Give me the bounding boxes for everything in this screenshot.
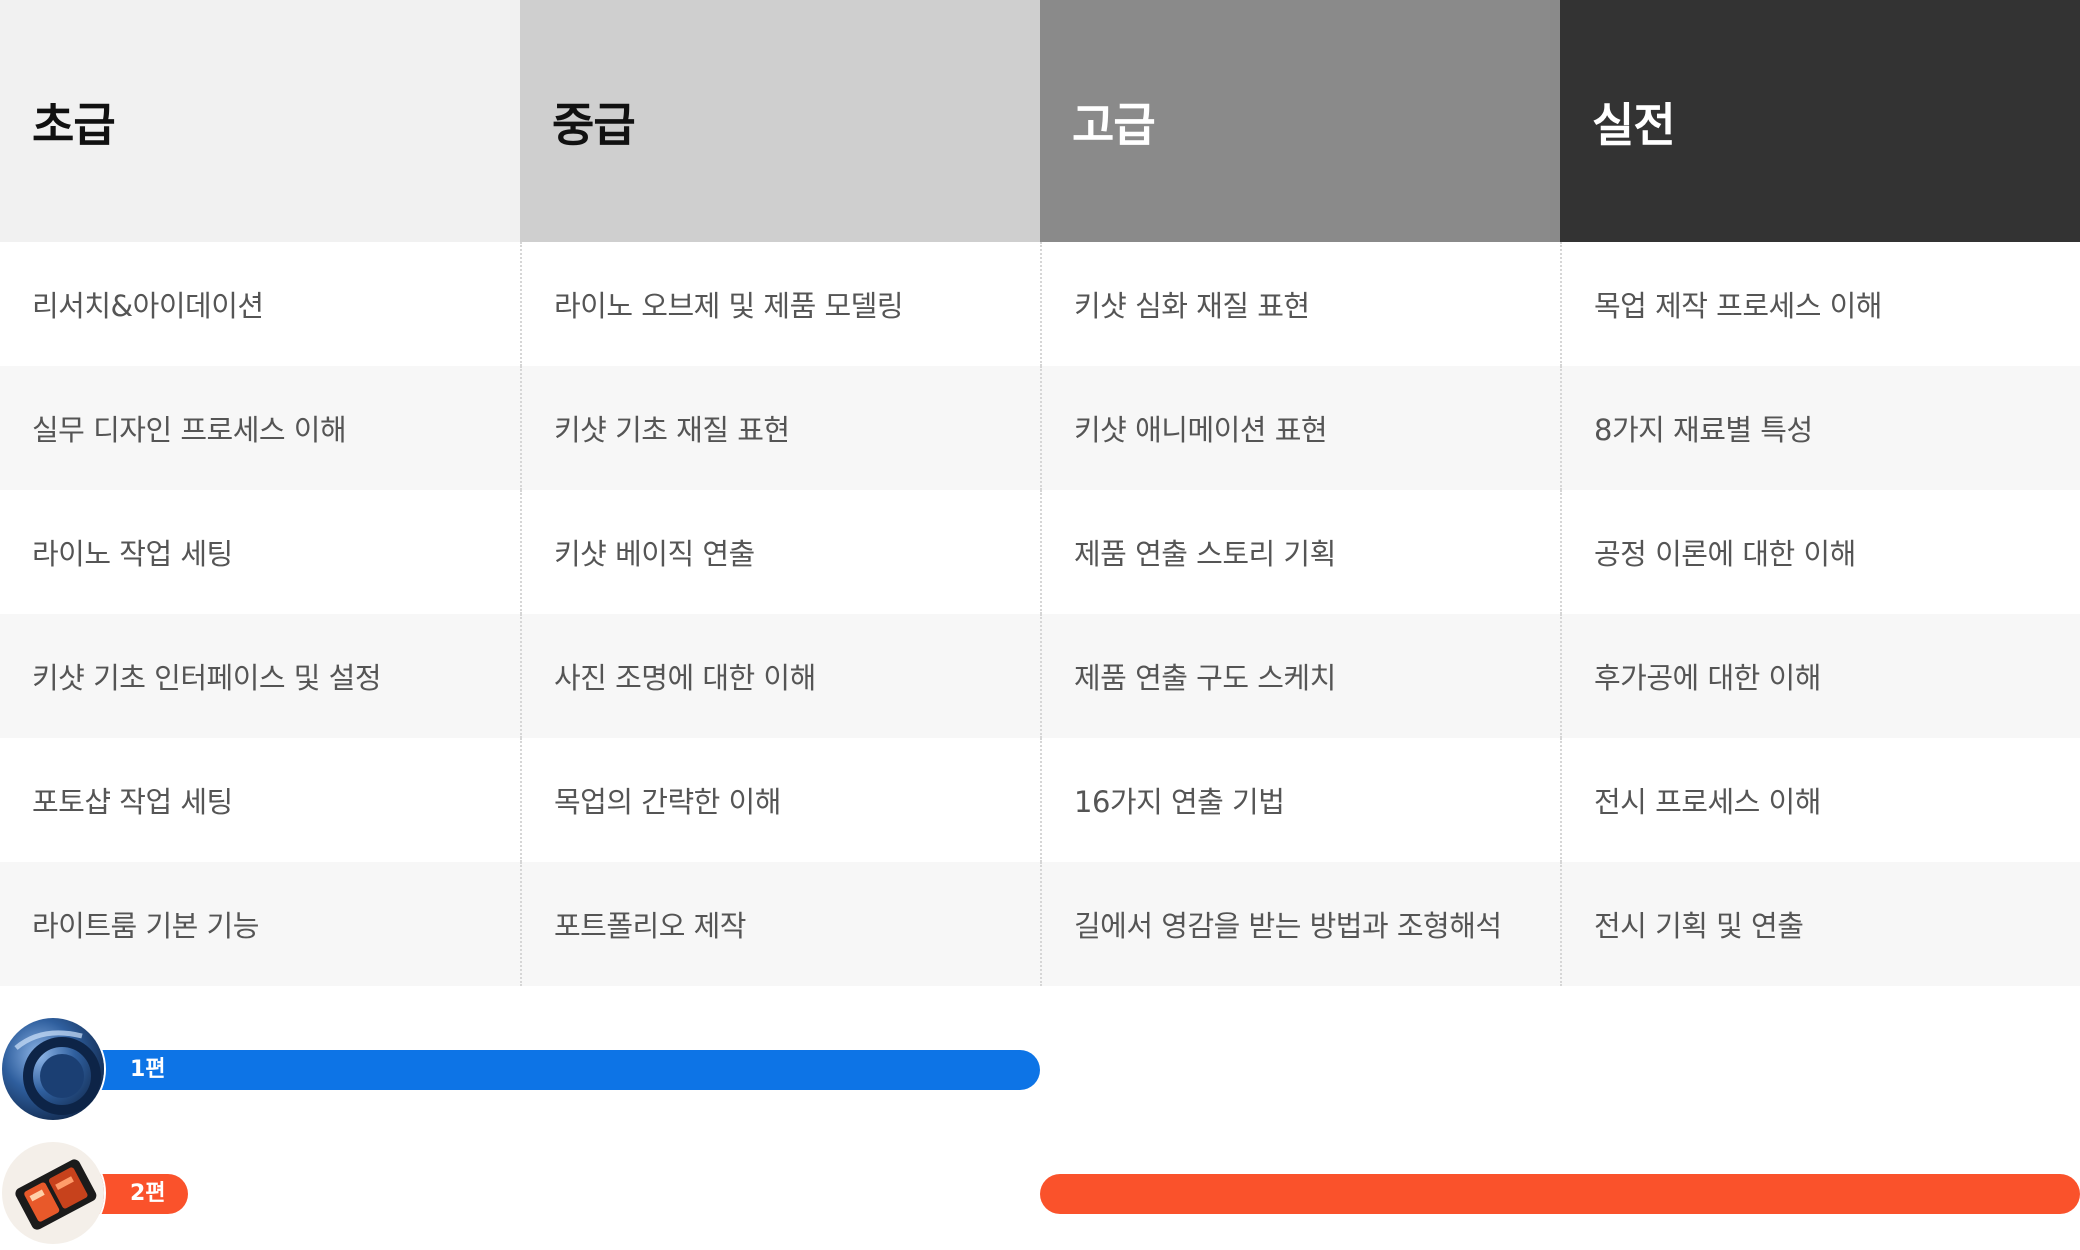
table-cell: 라이노 오브제 및 제품 모델링 bbox=[520, 242, 1040, 366]
table-cell: 목업 제작 프로세스 이해 bbox=[1560, 242, 2080, 366]
level-header-row: 초급 중급 고급 실전 bbox=[0, 0, 2080, 242]
table-cell: 사진 조명에 대한 이해 bbox=[520, 614, 1040, 738]
table-cell: 키샷 베이직 연출 bbox=[520, 490, 1040, 614]
headphones-image-icon bbox=[2, 1018, 104, 1120]
device-image-icon bbox=[2, 1142, 104, 1244]
table-row: 라이노 작업 세팅 키샷 베이직 연출 제품 연출 스토리 기획 공정 이론에 … bbox=[0, 490, 2080, 614]
level-header-beginner: 초급 bbox=[0, 0, 520, 242]
table-cell: 전시 기획 및 연출 bbox=[1560, 862, 2080, 986]
table-cell: 공정 이론에 대한 이해 bbox=[1560, 490, 2080, 614]
part-1-label: 1편 bbox=[130, 1057, 166, 1082]
table-cell: 키샷 기초 재질 표현 bbox=[520, 366, 1040, 490]
table-cell: 16가지 연출 기법 bbox=[1040, 738, 1560, 862]
table-cell: 리서치&아이데이션 bbox=[32, 289, 264, 323]
table-row: 라이트룸 기본 기능 포트폴리오 제작 길에서 영감을 받는 방법과 조형해석 … bbox=[0, 862, 2080, 986]
table-cell: 키샷 애니메이션 표현 bbox=[1040, 366, 1560, 490]
table-cell: 제품 연출 구도 스케치 bbox=[1040, 614, 1560, 738]
table-cell: 키샷 기초 인터페이스 및 설정 bbox=[32, 661, 382, 695]
table-cell: 길에서 영감을 받는 방법과 조형해석 bbox=[1040, 862, 1560, 986]
part-2-bar bbox=[1040, 1174, 2080, 1214]
part-2-thumbnail bbox=[0, 1140, 106, 1246]
table-cell: 제품 연출 스토리 기획 bbox=[1040, 490, 1560, 614]
table-cell: 실무 디자인 프로세스 이해 bbox=[32, 413, 347, 447]
level-header-advanced: 고급 bbox=[1040, 0, 1560, 242]
table-row: 실무 디자인 프로세스 이해 키샷 기초 재질 표현 키샷 애니메이션 표현 8… bbox=[0, 366, 2080, 490]
table-cell: 후가공에 대한 이해 bbox=[1560, 614, 2080, 738]
table-cell: 라이트룸 기본 기능 bbox=[32, 909, 259, 943]
table-row: 키샷 기초 인터페이스 및 설정 사진 조명에 대한 이해 제품 연출 구도 스… bbox=[0, 614, 2080, 738]
table-cell: 8가지 재료별 특성 bbox=[1560, 366, 2080, 490]
curriculum-table: 초급 중급 고급 실전 리서치&아이데이션 라이노 오브제 및 제품 모델링 키… bbox=[0, 0, 2080, 986]
table-cell: 목업의 간략한 이해 bbox=[520, 738, 1040, 862]
part-1-row: 1편 bbox=[0, 1016, 2080, 1126]
part-2-row: 2편 bbox=[0, 1140, 2080, 1250]
table-cell: 포토샵 작업 세팅 bbox=[32, 785, 233, 819]
part-1-thumbnail bbox=[0, 1016, 106, 1122]
level-header-practical: 실전 bbox=[1560, 0, 2080, 242]
table-cell: 전시 프로세스 이해 bbox=[1560, 738, 2080, 862]
table-cell: 라이노 작업 세팅 bbox=[32, 537, 233, 571]
table-row: 리서치&아이데이션 라이노 오브제 및 제품 모델링 키샷 심화 재질 표현 목… bbox=[0, 242, 2080, 366]
table-cell: 포트폴리오 제작 bbox=[520, 862, 1040, 986]
table-cell: 키샷 심화 재질 표현 bbox=[1040, 242, 1560, 366]
table-row: 포토샵 작업 세팅 목업의 간략한 이해 16가지 연출 기법 전시 프로세스 … bbox=[0, 738, 2080, 862]
part-1-bar bbox=[60, 1050, 1040, 1090]
part-2-label: 2편 bbox=[130, 1181, 166, 1206]
level-header-intermediate: 중급 bbox=[520, 0, 1040, 242]
